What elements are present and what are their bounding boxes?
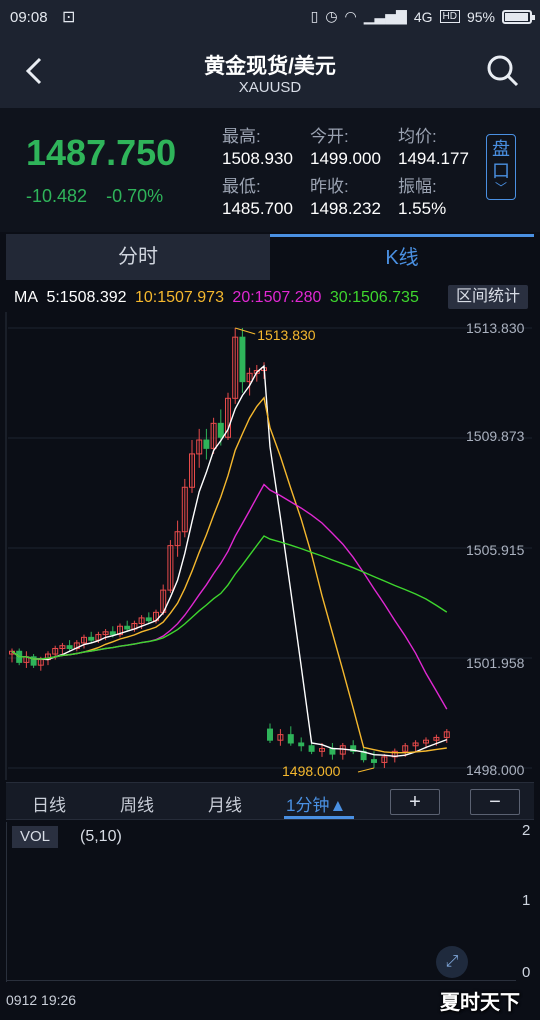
low-marker-line [357,767,375,773]
candle-down [124,625,131,630]
last-price: 1487.750 [26,132,177,173]
kline-chart[interactable]: 1513.830 1498.000 [0,312,540,782]
candle-down [145,617,152,622]
stat-prev-close: 昨收: 1498.232 [310,177,381,218]
ma20-value: 20:1507.280 [232,289,322,306]
stat-low: 最低: 1485.700 [222,177,293,218]
order-book-label: 盘口 [492,139,510,181]
stat-high: 最高: 1508.930 [222,127,293,168]
range-stats-button[interactable]: 区间统计 [448,285,528,309]
period-daily[interactable]: 日线 [32,791,66,816]
vol-baseline [6,980,516,981]
period-1min[interactable]: 1分钟▲ [286,791,346,816]
signal-icon: ▁▃▅▇ [363,8,407,24]
low-annotation: 1498.000 [282,763,341,779]
high-marker-line [235,327,256,335]
stat-average: 均价: 1494.177 [398,127,469,168]
y-axis-label: 1513.830 [466,320,525,336]
period-monthly[interactable]: 月线 [208,791,242,816]
y-axis-label: 1505.915 [466,542,525,558]
high-annotation: 1513.830 [257,327,316,343]
stat-open: 今开: 1499.000 [310,127,381,168]
battery-percent: 95% [466,8,495,25]
status-time: 09:08 [10,9,48,26]
vol-indicator-tag[interactable]: VOL [12,826,58,848]
ma-legend: MA 5:1508.392 10:1507.973 20:1507.280 30… [14,289,423,307]
status-bar: 09:08 ⊡ ▯ ◷ ◠ ▁▃▅▇ 4G HD 95% [0,0,540,34]
status-icons: ▯ ◷ ◠ ▁▃▅▇ 4G HD 95% [310,8,535,25]
period-selector: 日线 周线 月线 1分钟▲ + − [6,782,534,820]
candle-down [109,631,116,636]
candle-down [267,728,273,741]
candle-down [371,759,377,763]
quote-panel: 1487.750 -10.482 -0.70% 最高: 1508.930 今开:… [0,108,540,232]
ma5-line [11,364,448,758]
chart-tabs: 分时 K线 [6,234,534,280]
candle-down [88,636,95,641]
y-axis-label: 1501.958 [466,655,525,671]
hd-badge: HD [439,10,460,23]
vol-axis-label: 1 [522,892,531,909]
network-type: 4G [413,8,433,25]
watermark: 夏时天下 [440,992,520,1014]
candle-down [239,336,246,383]
vol-params: (5,10) [80,828,122,845]
y-axis-label: 1498.000 [466,762,525,778]
expand-icon[interactable]: ⤢ [436,946,468,978]
candle-down [217,422,224,438]
period-active-indicator [284,816,354,819]
screenshot-icon: ⊡ [62,9,76,26]
ma10-line [11,396,447,754]
vol-left-axis [6,822,7,982]
battery-icon [502,9,535,24]
change-value: -10.482 [26,186,88,206]
ma5-value: 5:1508.392 [46,289,127,306]
change-percent: -0.70% [106,186,164,206]
app-header: 黄金现货/美元 XAUUSD [0,34,540,108]
chevron-down-icon: ﹀ [494,181,507,195]
vol-axis-label: 0 [522,964,531,981]
candle-down [308,745,315,752]
candle-down [66,645,73,649]
tab-kline[interactable]: K线 [270,234,534,280]
price-change: -10.482 -0.70% [26,186,177,207]
order-book-button[interactable]: 盘口 ﹀ [486,134,516,200]
candle-down [203,439,210,449]
zoom-out-button[interactable]: − [470,789,520,815]
time-axis-label: 0912 19:26 [6,992,77,1008]
candle-down [298,742,305,747]
symbol-code: XAUUSD [238,79,302,96]
vol-axis-label: 2 [522,822,531,839]
vibrate-icon: ▯ [310,8,319,24]
page-title: 黄金现货/美元 [204,55,336,78]
wifi-icon: ◠ [344,8,357,24]
stat-amplitude: 振幅: 1.55% [398,177,447,218]
y-axis-label: 1509.873 [466,428,525,444]
zoom-in-button[interactable]: + [390,789,440,815]
ma10-value: 10:1507.973 [134,289,224,306]
candle-down [287,734,294,744]
search-icon[interactable] [486,54,520,88]
ma-prefix: MA [14,289,38,306]
ma30-value: 30:1506.735 [329,289,419,306]
ma20-line [11,483,448,710]
period-weekly[interactable]: 周线 [120,791,154,816]
alarm-icon: ◷ [325,8,338,24]
tab-intraday[interactable]: 分时 [6,234,270,280]
candle-down [329,748,336,755]
